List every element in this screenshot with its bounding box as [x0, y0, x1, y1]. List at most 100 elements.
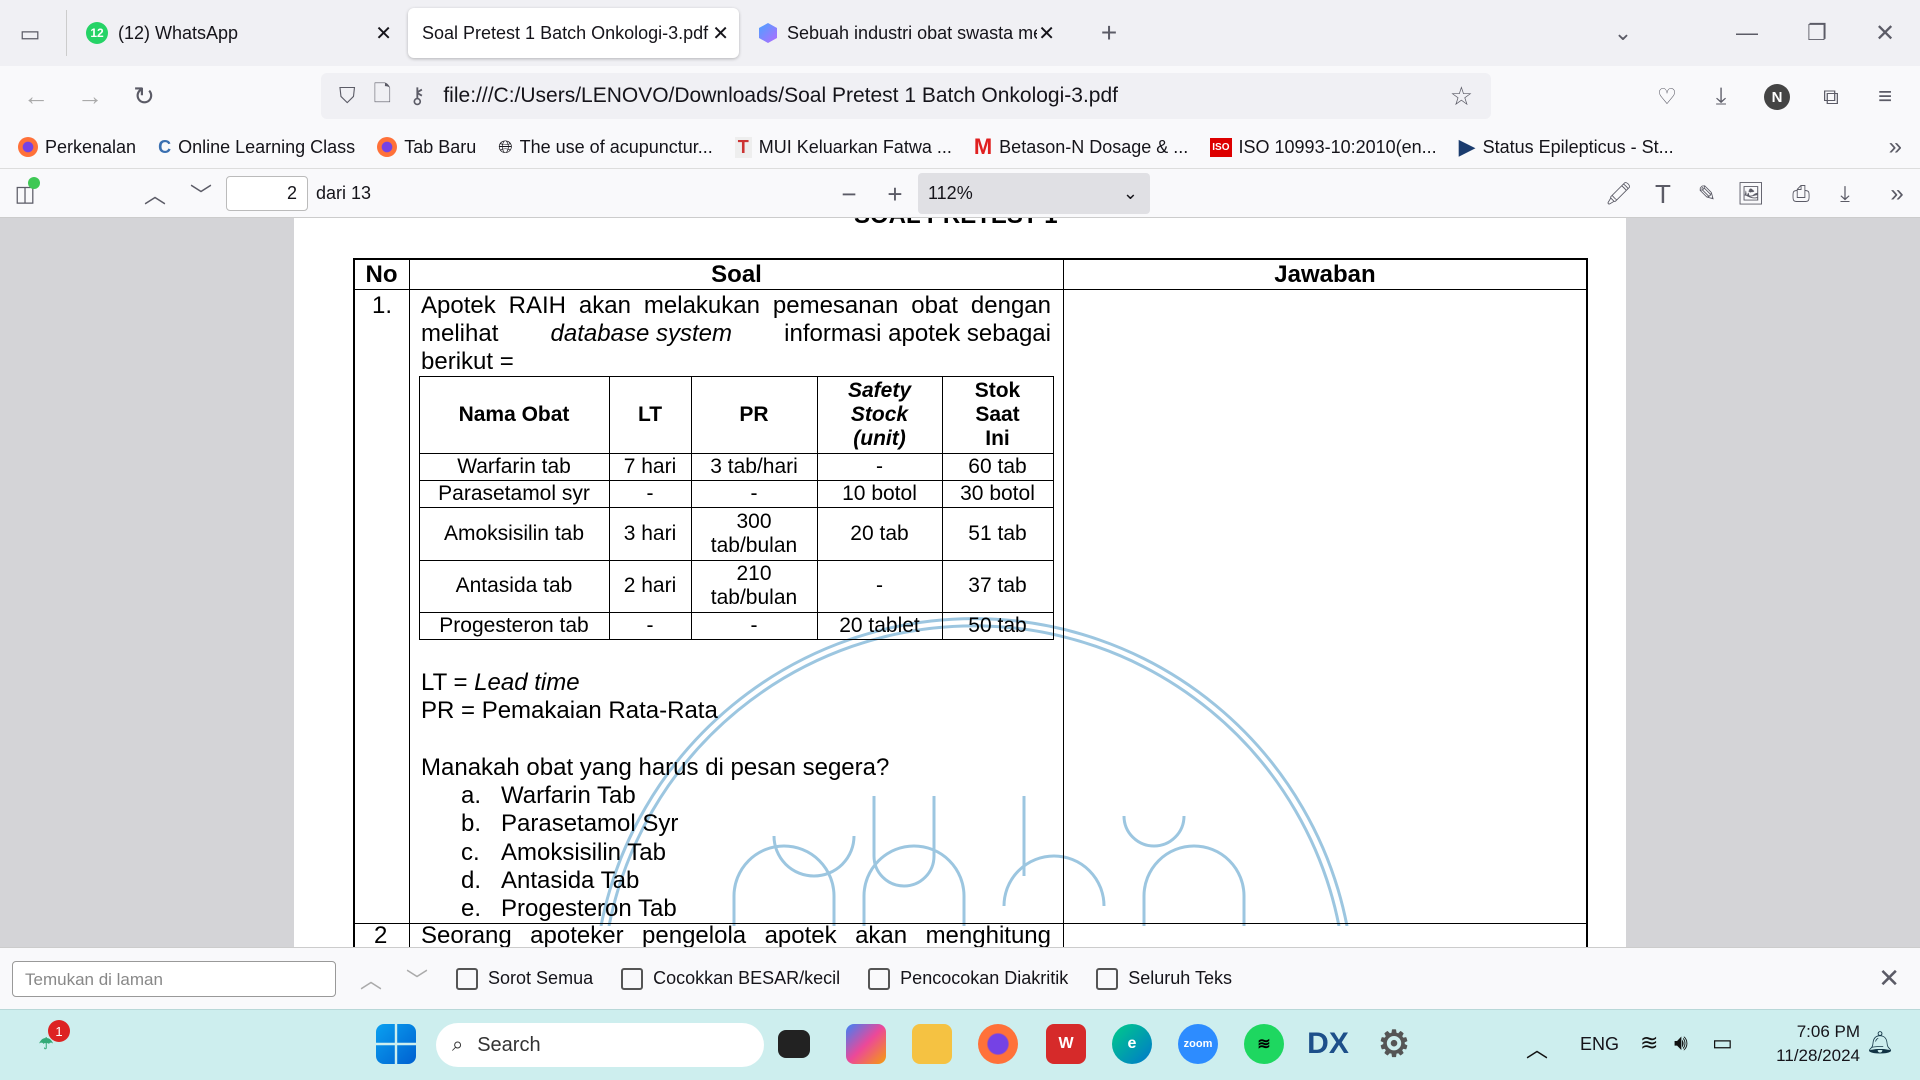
bookmark-label: ISO 10993-10:2010(en...: [1238, 136, 1437, 157]
option-letter: c.: [461, 838, 480, 866]
bookmark-item[interactable]: T MUI Keluarkan Fatwa ...: [734, 136, 952, 158]
checkbox-match-diacritics[interactable]: Pencocokan Diakritik: [868, 967, 1068, 990]
edge-icon[interactable]: e: [1112, 1024, 1152, 1064]
pocket-icon[interactable]: ♡: [1652, 82, 1682, 112]
menu-icon[interactable]: ≡: [1870, 82, 1900, 112]
time: 7:06 PM: [1796, 1022, 1860, 1041]
wifi-icon[interactable]: ≋: [1640, 1030, 1658, 1056]
key-icon[interactable]: ⚷: [409, 83, 425, 109]
bookmark-label: Status Epilepticus - St...: [1482, 136, 1674, 157]
bookmark-item[interactable]: Perkenalan: [18, 137, 136, 158]
url-text[interactable]: file:///C:/Users/LENOVO/Downloads/Soal P…: [443, 84, 1118, 108]
find-next-button[interactable]: ﹀: [406, 963, 428, 995]
bookmark-item[interactable]: Tab Baru: [377, 137, 476, 158]
search-box[interactable]: ⌕ Search: [436, 1023, 764, 1067]
spotify-icon[interactable]: ≋: [1244, 1024, 1284, 1064]
chevron-up-icon[interactable]: ︿: [1526, 1032, 1548, 1064]
bookmark-item[interactable]: C Online Learning Class: [158, 137, 355, 158]
checkbox-match-case[interactable]: Cocokkan BESAR/kecil: [621, 967, 840, 990]
language-indicator[interactable]: ENG: [1580, 1034, 1619, 1055]
chevron-double-right-icon[interactable]: »: [1889, 133, 1902, 161]
forward-button[interactable]: →: [74, 80, 106, 112]
back-button[interactable]: ←: [20, 80, 52, 112]
table-cell: 300 tab/bulan: [710, 509, 798, 557]
table-header: PR: [739, 402, 769, 426]
text-icon[interactable]: T: [1648, 179, 1678, 209]
checkbox[interactable]: [1096, 967, 1119, 990]
clock[interactable]: 7:06 PM 11/28/2024: [1760, 1020, 1860, 1068]
shield-icon[interactable]: ⛉: [339, 83, 356, 109]
url-bar[interactable]: ⛉ 🗋 ⚷ file:///C:/Users/LENOVO/Downloads/…: [321, 73, 1491, 119]
wps-icon[interactable]: W: [1046, 1024, 1086, 1064]
next-page-button[interactable]: ﹀: [186, 179, 216, 209]
avatar[interactable]: N: [1764, 84, 1790, 110]
download-icon[interactable]: ⤓: [1706, 82, 1736, 112]
restore-button[interactable]: ❐: [1802, 18, 1832, 48]
highlight-icon[interactable]: 🖍︎: [1604, 179, 1634, 209]
tab-whatsapp[interactable]: 12 (12) WhatsApp ✕: [72, 8, 402, 58]
bell-icon[interactable]: 🔔︎: [1866, 1030, 1894, 1056]
notification-badge: 1: [48, 1020, 70, 1042]
checkbox-whole-words[interactable]: Seluruh Teks: [1096, 967, 1232, 990]
settings-icon[interactable]: ⚙: [1374, 1023, 1414, 1064]
start-button[interactable]: [376, 1024, 416, 1064]
battery-icon[interactable]: ▭: [1712, 1030, 1733, 1056]
dx-icon[interactable]: DX: [1307, 1024, 1349, 1064]
previous-page-button[interactable]: ︿: [140, 179, 170, 209]
save-icon[interactable]: ⤓: [1830, 179, 1860, 209]
firefox-icon[interactable]: [978, 1024, 1018, 1064]
zoom-select[interactable]: 112% ⌄: [918, 173, 1150, 214]
page-count: dari 13: [316, 183, 372, 203]
text: melihat: [421, 320, 499, 347]
file-explorer-icon[interactable]: [912, 1024, 952, 1064]
text-italic: database system: [550, 320, 732, 347]
zoom-out-button[interactable]: −: [834, 179, 864, 209]
bookmark-item[interactable]: M Betason-N Dosage & ...: [974, 134, 1188, 160]
pdf-viewer[interactable]: SOAL PRETEST 1 No Soal Jawaban 1. Apotek…: [0, 218, 1920, 947]
checkbox[interactable]: [621, 967, 644, 990]
bookmark-item[interactable]: 🌐︎ The use of acupunctur...: [498, 137, 713, 158]
copilot-icon: [759, 23, 777, 43]
minimize-button[interactable]: —: [1732, 18, 1762, 48]
bookmark-item[interactable]: ▶ Status Epilepticus - St...: [1459, 134, 1674, 160]
close-icon[interactable]: ✕: [712, 21, 729, 46]
close-icon[interactable]: ✕: [375, 21, 392, 46]
image-icon[interactable]: 🖼︎: [1736, 179, 1766, 209]
checkbox[interactable]: [456, 967, 479, 990]
tab-label: Soal Pretest 1 Batch Onkologi-3.pdf: [422, 22, 709, 43]
reload-button[interactable]: ↻: [128, 80, 160, 112]
tab-list-icon[interactable]: ▭: [14, 18, 46, 50]
draw-icon[interactable]: ✎: [1692, 179, 1722, 209]
chevron-double-right-icon[interactable]: »: [1882, 179, 1912, 209]
tab-copilot[interactable]: Sebuah industri obat swasta me ✕: [745, 8, 1065, 58]
header-soal: Soal: [711, 260, 762, 288]
option-letter: b.: [461, 810, 482, 838]
find-input[interactable]: Temukan di laman: [12, 960, 336, 997]
firefox-icon: [18, 137, 38, 157]
copilot-icon[interactable]: [846, 1024, 886, 1064]
tab-bar: ▭ 12 (12) WhatsApp ✕ Soal Pretest 1 Batc…: [0, 0, 1920, 66]
chevron-down-icon[interactable]: ⌄: [1608, 18, 1638, 48]
find-previous-button[interactable]: ︿: [360, 963, 382, 995]
new-tab-button[interactable]: +: [1094, 17, 1124, 48]
close-window-button[interactable]: ✕: [1870, 18, 1900, 48]
task-view-icon[interactable]: [778, 1030, 810, 1058]
volume-icon[interactable]: 🔊︎: [1674, 1030, 1688, 1056]
extensions-icon[interactable]: ⧉: [1816, 82, 1846, 112]
option-text: Warfarin Tab: [501, 782, 636, 809]
zoom-in-button[interactable]: +: [880, 179, 910, 209]
table-cell: Antasida tab: [455, 574, 573, 597]
close-icon[interactable]: ✕: [1038, 21, 1055, 46]
print-icon[interactable]: ⎙: [1786, 179, 1816, 209]
checkbox[interactable]: [868, 967, 891, 990]
tab-pdf[interactable]: Soal Pretest 1 Batch Onkologi-3.pdf ✕: [408, 8, 739, 58]
bookmark-item[interactable]: ISO ISO 10993-10:2010(en...: [1210, 136, 1437, 158]
page-icon: 🗋: [373, 81, 392, 106]
checkbox-highlight-all[interactable]: Sorot Semua: [456, 967, 593, 990]
zoom-icon[interactable]: zoom: [1178, 1024, 1218, 1064]
question-number: 2: [374, 922, 388, 947]
star-icon[interactable]: ☆: [1450, 81, 1473, 112]
close-find-bar-button[interactable]: ✕: [1878, 963, 1900, 994]
table-cell: 60 tab: [968, 454, 1027, 478]
page-number-input[interactable]: 2: [226, 176, 308, 211]
